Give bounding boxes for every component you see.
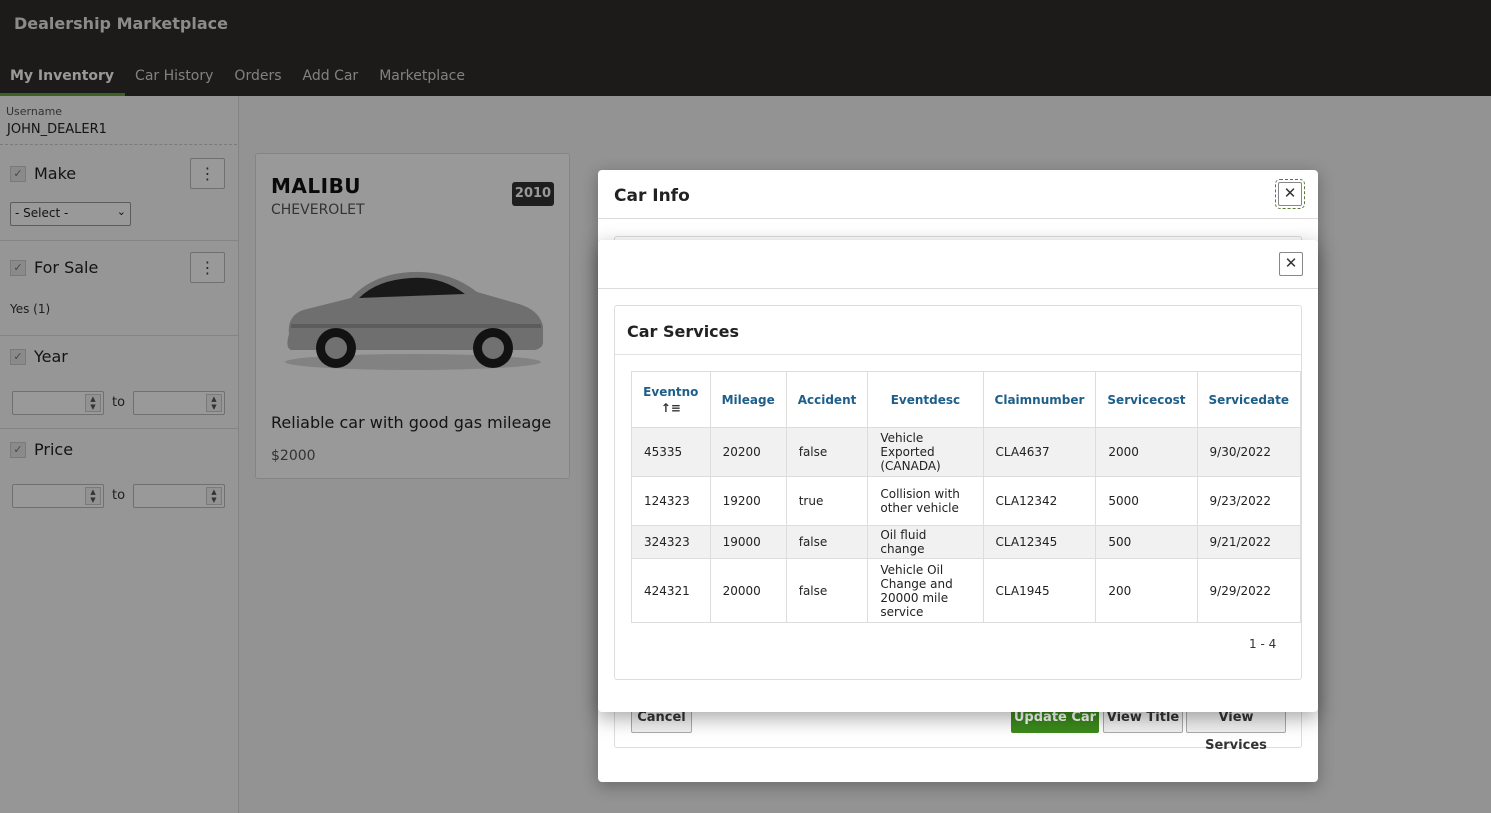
- cell-servicedate: 9/23/2022: [1196, 476, 1302, 526]
- close-icon: ✕: [1283, 184, 1297, 202]
- cell-claimnumber: CLA4637: [982, 427, 1097, 477]
- cell-eventdesc: Collision with other vehicle: [867, 476, 984, 526]
- cell-eventno: 424321: [631, 558, 711, 623]
- cell-eventdesc: Oil fluid change: [867, 525, 984, 559]
- car-info-dialog-title: Car Info: [614, 186, 690, 206]
- column-header-claimnumber[interactable]: Claimnumber: [982, 371, 1097, 428]
- column-header-servicedate[interactable]: Servicedate: [1196, 371, 1302, 428]
- car-services-close-button[interactable]: ✕: [1279, 252, 1303, 276]
- table-row[interactable]: 424321 20000 false Vehicle Oil Change an…: [631, 558, 1302, 623]
- cell-accident: false: [785, 525, 869, 559]
- cell-mileage: 19000: [709, 525, 787, 559]
- pagination-range: 1 - 4: [1249, 637, 1277, 651]
- cell-servicecost: 500: [1095, 525, 1198, 559]
- car-services-title: Car Services: [627, 322, 740, 341]
- cell-servicecost: 5000: [1095, 476, 1198, 526]
- cell-servicedate: 9/30/2022: [1196, 427, 1302, 477]
- cell-eventno: 124323: [631, 476, 711, 526]
- column-header-eventno[interactable]: Eventno ↑≡: [631, 371, 711, 428]
- divider: [598, 218, 1318, 219]
- car-services-panel: Car Services Eventno ↑≡ Mileage Accident…: [614, 305, 1302, 680]
- cell-claimnumber: CLA12342: [982, 476, 1097, 526]
- table-row[interactable]: 124323 19200 true Collision with other v…: [631, 476, 1302, 526]
- divider: [598, 288, 1318, 289]
- cell-mileage: 20200: [709, 427, 787, 477]
- cell-eventdesc: Vehicle Exported (CANADA): [867, 427, 984, 477]
- cell-claimnumber: CLA1945: [982, 558, 1097, 623]
- table-row[interactable]: 324323 19000 false Oil fluid change CLA1…: [631, 525, 1302, 559]
- cell-servicecost: 200: [1095, 558, 1198, 623]
- cell-mileage: 19200: [709, 476, 787, 526]
- column-header-accident[interactable]: Accident: [785, 371, 869, 428]
- cell-eventno: 45335: [631, 427, 711, 477]
- cell-mileage: 20000: [709, 558, 787, 623]
- close-icon: ✕: [1284, 254, 1298, 272]
- column-header-eventdesc[interactable]: Eventdesc: [867, 371, 984, 428]
- cell-claimnumber: CLA12345: [982, 525, 1097, 559]
- car-services-dialog: ✕ Car Services Eventno ↑≡ Mileage Accide…: [598, 240, 1318, 712]
- table-row[interactable]: 45335 20200 false Vehicle Exported (CANA…: [631, 427, 1302, 477]
- cell-servicedate: 9/29/2022: [1196, 558, 1302, 623]
- cell-accident: true: [785, 476, 869, 526]
- cell-servicedate: 9/21/2022: [1196, 525, 1302, 559]
- cell-eventno: 324323: [631, 525, 711, 559]
- table-header-row: Eventno ↑≡ Mileage Accident Eventdesc Cl…: [631, 371, 1302, 428]
- cell-servicecost: 2000: [1095, 427, 1198, 477]
- column-header-mileage[interactable]: Mileage: [709, 371, 787, 428]
- sort-ascending-icon[interactable]: ↑≡: [643, 401, 699, 415]
- cell-eventdesc: Vehicle Oil Change and 20000 mile servic…: [867, 558, 984, 623]
- divider: [615, 354, 1301, 355]
- services-table: Eventno ↑≡ Mileage Accident Eventdesc Cl…: [631, 371, 1302, 623]
- column-header-servicecost[interactable]: Servicecost: [1095, 371, 1198, 428]
- cell-accident: false: [785, 558, 869, 623]
- cell-accident: false: [785, 427, 869, 477]
- car-info-close-button[interactable]: ✕: [1275, 179, 1305, 209]
